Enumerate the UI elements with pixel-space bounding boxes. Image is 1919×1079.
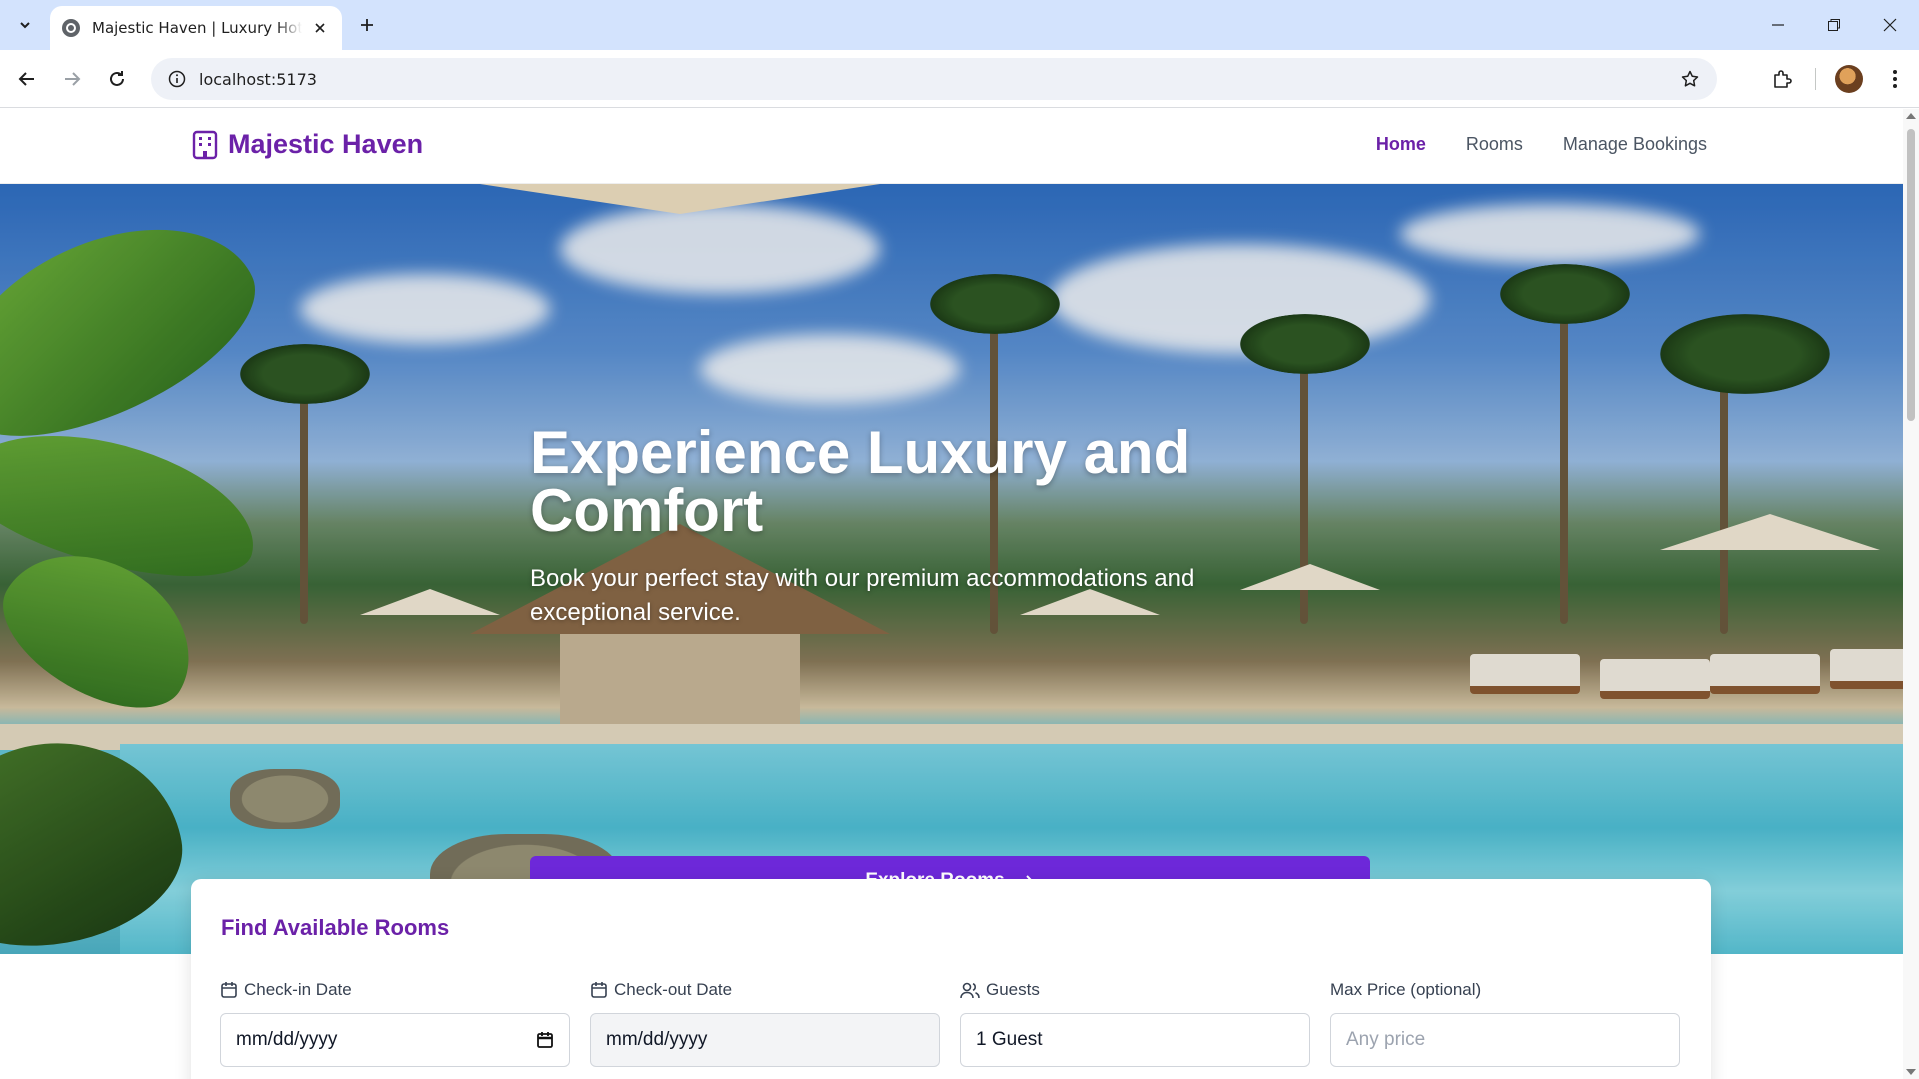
- hero-section: Experience Luxury and Comfort Book your …: [0, 184, 1903, 954]
- minimize-icon: [1772, 24, 1784, 26]
- search-title: Find Available Rooms: [221, 915, 450, 940]
- scroll-up-arrow[interactable]: [1906, 113, 1916, 119]
- calendar-icon: [591, 982, 607, 998]
- page-scrollbar[interactable]: [1903, 109, 1919, 1079]
- checkin-value: mm/dd/yyyy: [236, 1029, 338, 1050]
- new-tab-button[interactable]: [352, 10, 382, 40]
- close-icon: [1883, 18, 1897, 32]
- close-tab-icon[interactable]: [310, 18, 330, 38]
- address-bar[interactable]: localhost:5173: [151, 58, 1717, 100]
- puzzle-icon: [1774, 70, 1792, 88]
- browser-toolbar: localhost:5173: [0, 50, 1919, 108]
- scrollbar-thumb[interactable]: [1907, 129, 1915, 421]
- bookmark-star-icon[interactable]: [1675, 64, 1705, 94]
- reload-button[interactable]: [100, 62, 134, 96]
- users-icon: [960, 982, 980, 999]
- checkin-field: Check-in Date mm/dd/yyyy: [220, 979, 570, 1067]
- guests-label: Guests: [986, 980, 1040, 999]
- hero-content: Experience Luxury and Comfort Book your …: [530, 419, 1370, 906]
- checkin-label: Check-in Date: [244, 980, 352, 999]
- url-text: localhost:5173: [199, 69, 317, 89]
- checkin-input[interactable]: mm/dd/yyyy: [220, 1013, 570, 1067]
- hotel-building-icon: [192, 130, 218, 159]
- site-header: Majestic Haven Home Rooms Manage Booking…: [0, 109, 1903, 184]
- nav-rooms[interactable]: Rooms: [1466, 134, 1523, 155]
- hero-subtitle: Book your perfect stay with our premium …: [530, 565, 1195, 626]
- max-price-input[interactable]: Any price: [1330, 1013, 1680, 1067]
- checkout-value: mm/dd/yyyy: [606, 1029, 708, 1050]
- max-price-field: Max Price (optional) Any price: [1330, 979, 1680, 1067]
- globe-icon: [62, 19, 80, 37]
- arrow-right-icon: [65, 72, 81, 86]
- checkout-input[interactable]: mm/dd/yyyy: [590, 1013, 940, 1067]
- plus-icon: [361, 19, 373, 31]
- guests-select[interactable]: 1 Guest: [960, 1013, 1310, 1067]
- arrow-left-icon: [18, 72, 34, 86]
- chevron-down-icon: [20, 22, 30, 29]
- restore-icon: [1828, 19, 1840, 31]
- calendar-icon: [221, 982, 237, 998]
- browser-tab[interactable]: Majestic Haven | Luxury Hotel & Resort: [50, 6, 342, 50]
- restore-button[interactable]: [1806, 0, 1862, 50]
- hero-title: Experience Luxury and Comfort: [530, 419, 1191, 544]
- brand-logo-link[interactable]: Majestic Haven: [192, 129, 423, 160]
- browser-menu-button[interactable]: [1878, 62, 1912, 96]
- checkout-field: Check-out Date mm/dd/yyyy: [590, 979, 940, 1067]
- max-price-placeholder: Any price: [1346, 1029, 1426, 1050]
- extensions-button[interactable]: [1765, 62, 1799, 96]
- minimize-button[interactable]: [1750, 0, 1806, 50]
- profile-avatar[interactable]: [1835, 65, 1863, 93]
- room-search-card: Find Available Rooms Check-in Date mm/dd…: [191, 879, 1711, 1079]
- tab-search-button[interactable]: [10, 10, 40, 40]
- forward-button[interactable]: [55, 62, 89, 96]
- max-price-label: Max Price (optional): [1330, 980, 1482, 999]
- checkout-label: Check-out Date: [614, 980, 733, 999]
- calendar-picker-icon[interactable]: [536, 1031, 554, 1049]
- guests-field: Guests 1 Guest: [960, 979, 1310, 1067]
- main-nav: Home Rooms Manage Bookings: [1376, 134, 1707, 155]
- brand-name: Majestic Haven: [228, 129, 424, 159]
- guests-value: 1 Guest: [976, 1029, 1043, 1050]
- nav-home[interactable]: Home: [1376, 134, 1426, 155]
- more-vertical-icon: [1893, 70, 1897, 88]
- nav-manage-bookings[interactable]: Manage Bookings: [1563, 134, 1707, 155]
- page-viewport: Majestic Haven Home Rooms Manage Booking…: [0, 109, 1903, 1079]
- toolbar-divider: [1815, 68, 1816, 90]
- site-info-icon[interactable]: [155, 70, 199, 88]
- back-button[interactable]: [10, 62, 44, 96]
- tab-title: Majestic Haven | Luxury Hotel & Resort: [92, 19, 302, 37]
- scroll-down-arrow[interactable]: [1906, 1069, 1916, 1075]
- reload-icon: [110, 71, 124, 86]
- browser-tabstrip: Majestic Haven | Luxury Hotel & Resort: [0, 0, 1919, 50]
- close-window-button[interactable]: [1862, 0, 1918, 50]
